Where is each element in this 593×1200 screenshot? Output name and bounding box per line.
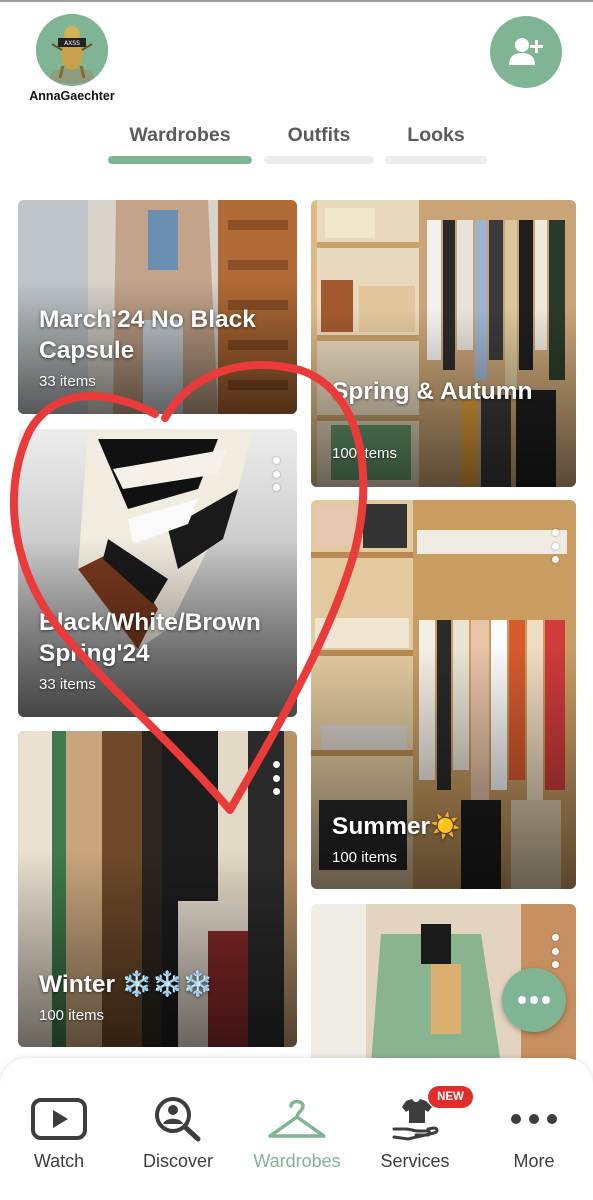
hanger-icon [268,1099,326,1138]
tab-indicator-wardrobes [108,156,252,164]
top-divider [0,0,593,2]
tab-outfits[interactable]: Outfits [264,124,374,147]
add-user-icon [509,38,543,65]
card-menu-button[interactable] [269,761,283,795]
card-menu-button[interactable] [269,457,283,491]
wardrobe-item-count: 100 items [332,445,398,462]
wardrobe-title: March'24 No Black Capsule [39,306,256,364]
nav-label: Wardrobes [253,1151,341,1171]
wardrobe-item-count: 33 items [39,373,96,390]
wardrobe-card-winter[interactable]: Winter ❄️❄️❄️ 100 items [18,731,297,1047]
nav-more[interactable]: More [479,1093,589,1183]
nav-discover[interactable]: Discover [123,1093,233,1183]
wardrobe-item-count: 100 items [39,1007,105,1024]
username-label: AnnaGaechter [29,89,115,103]
nav-watch[interactable]: Watch [4,1093,114,1183]
nav-label: Watch [33,1151,85,1171]
tab-indicator-looks [385,156,487,164]
wardrobe-title: Winter ❄️❄️❄️ [39,971,214,998]
card-menu-button[interactable] [548,529,562,563]
add-user-button[interactable] [490,16,562,88]
more-actions-fab[interactable] [502,968,566,1032]
nav-label: Services [380,1151,450,1171]
tab-wardrobes[interactable]: Wardrobes [108,124,252,147]
wardrobe-card-summer[interactable]: Summer☀️ 100 items [311,500,576,889]
wardrobe-title: Summer☀️ [332,813,461,840]
wardrobe-title: Black/White/Brown Spring'24 [39,609,261,667]
avatar-mascot-icon: AXSS [36,14,108,86]
nav-label: Discover [142,1151,213,1171]
card-menu-button[interactable] [548,934,562,968]
wardrobe-item-count: 33 items [39,676,96,693]
play-icon [31,1098,87,1140]
wardrobe-card-march24[interactable]: March'24 No Black Capsule 33 items [18,200,297,414]
wardrobe-item-count: 100 items [332,849,398,866]
tab-indicator-outfits [264,156,374,164]
more-dots-icon [511,1114,557,1124]
new-badge: NEW [428,1086,473,1108]
user-avatar[interactable]: AXSS [36,14,108,86]
nav-wardrobes[interactable]: Wardrobes [242,1093,352,1183]
wardrobe-card-spring-autumn[interactable]: Spring & Autumn 100 items [311,200,576,487]
wardrobe-card-black-white-brown[interactable]: Black/White/Brown Spring'24 33 items [18,429,297,717]
tab-looks[interactable]: Looks [385,124,487,147]
svg-text:AXSS: AXSS [64,40,80,47]
person-search-icon [155,1097,201,1142]
nav-label: More [513,1151,555,1171]
wardrobe-title: Spring & Autumn [332,378,533,405]
